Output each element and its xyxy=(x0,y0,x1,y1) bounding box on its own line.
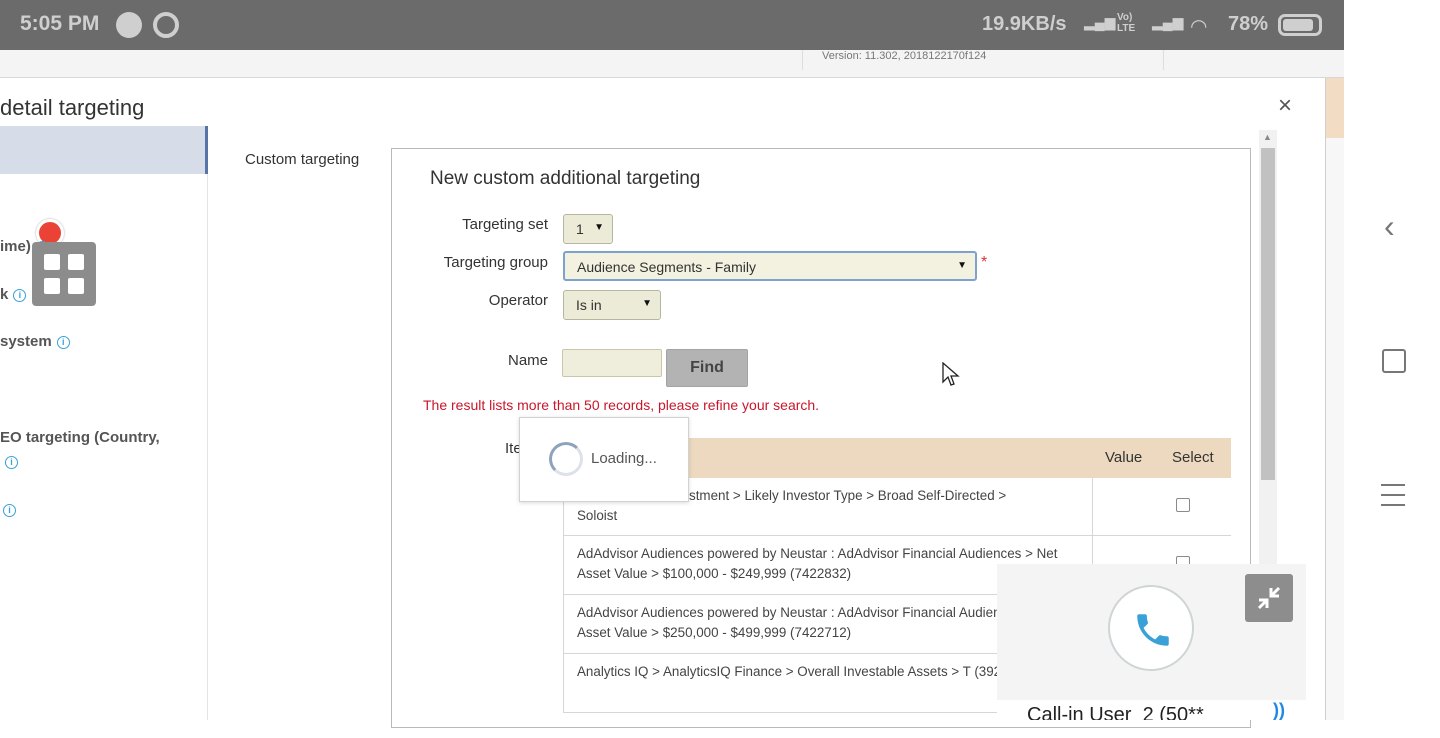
column-header-select: Select xyxy=(1172,449,1214,466)
sync-icon xyxy=(153,12,179,38)
targeting-group-value: Audience Segments - Family xyxy=(577,259,756,275)
scrollbar-thumb[interactable] xyxy=(1261,148,1275,480)
audio-wave-icon: )) xyxy=(1273,700,1285,720)
chevron-down-icon: ▼ xyxy=(594,222,604,233)
sidebar-item-network[interactable]: ki xyxy=(0,286,27,303)
sidebar-item-label: system xyxy=(0,333,52,350)
sidebar-item-label: EO targeting (Country, xyxy=(0,429,160,446)
info-icon[interactable]: i xyxy=(56,335,70,349)
wifi-icon: ◠ xyxy=(1190,16,1208,38)
recents-icon[interactable] xyxy=(1381,484,1405,514)
loading-popup: Loading... xyxy=(519,417,689,502)
form-heading: New custom additional targeting xyxy=(430,168,701,189)
background-page: Version: 11.302, 2018122170f124 xyxy=(0,50,1344,78)
chevron-down-icon: ▼ xyxy=(642,298,652,309)
targeting-set-label: Targeting set xyxy=(462,216,548,233)
targeting-set-value: 1 xyxy=(576,221,584,237)
notification-icon xyxy=(116,12,142,38)
call-overlay: Call-in User_2 (50** )) xyxy=(997,564,1306,720)
sidebar-item-extra[interactable]: i xyxy=(0,501,16,518)
info-icon[interactable]: i xyxy=(13,288,27,302)
sidebar-item-geo[interactable]: EO targeting (Country, xyxy=(0,429,160,446)
scroll-up-icon[interactable]: ▲ xyxy=(1263,132,1272,142)
info-icon[interactable]: i xyxy=(5,455,18,469)
targeting-group-select[interactable]: Audience Segments - Family ▼ xyxy=(563,251,977,281)
sidebar-item-geo-info[interactable]: i xyxy=(0,453,18,470)
error-message: The result lists more than 50 records, p… xyxy=(423,397,820,413)
signal-icon: ▂▄▆ xyxy=(1084,14,1116,30)
network-speed: 19.9KB/s xyxy=(982,13,1067,35)
sidebar-item-system[interactable]: system i xyxy=(0,333,70,350)
operator-value: Is in xyxy=(576,297,602,313)
sidebar-item-active[interactable] xyxy=(0,126,208,174)
battery-icon xyxy=(1278,14,1322,36)
column-header-value: Value xyxy=(1105,449,1143,466)
status-time: 5:05 PM xyxy=(20,12,100,35)
home-icon[interactable] xyxy=(1382,349,1406,373)
grid-app-icon[interactable] xyxy=(32,242,96,306)
info-icon[interactable]: i xyxy=(3,503,16,517)
android-nav-bar: ‹ xyxy=(1344,0,1440,720)
chevron-down-icon: ▼ xyxy=(957,260,967,271)
targeting-group-label: Targeting group xyxy=(443,254,548,271)
sidebar-item-label: k xyxy=(0,286,9,303)
sidebar-item-label: ime) xyxy=(0,238,31,255)
close-icon[interactable]: × xyxy=(1278,92,1292,120)
phone-icon[interactable] xyxy=(1108,585,1194,671)
divider xyxy=(1163,50,1164,70)
signal-icon: ▂▄▆ xyxy=(1152,14,1184,30)
volte-icon: Vo) LTE xyxy=(1117,12,1136,34)
find-button[interactable]: Find xyxy=(666,349,748,387)
background-page-edge xyxy=(1326,78,1344,720)
mouse-cursor-icon xyxy=(942,361,960,393)
targeting-set-select[interactable]: 1 ▼ xyxy=(563,214,613,244)
divider xyxy=(802,50,803,70)
caller-bar: Call-in User_2 (50** )) xyxy=(997,700,1306,720)
status-bar: 5:05 PM 19.9KB/s ▂▄▆ Vo) LTE ▂▄▆ ◠ 78% xyxy=(0,0,1344,50)
select-checkbox[interactable] xyxy=(1176,498,1190,512)
custom-targeting-label: Custom targeting xyxy=(245,151,360,168)
operator-select[interactable]: Is in ▼ xyxy=(563,290,661,320)
required-marker: * xyxy=(981,254,988,271)
spinner-icon xyxy=(549,442,583,476)
background-header-strip xyxy=(1326,78,1344,138)
caller-name: Call-in User_2 (50** xyxy=(1027,704,1204,720)
loading-text: Loading... xyxy=(591,450,657,467)
back-icon[interactable]: ‹ xyxy=(1384,208,1395,245)
minimize-icon[interactable] xyxy=(1245,574,1293,622)
battery-percent: 78% xyxy=(1228,13,1269,35)
name-label: Name xyxy=(507,352,548,369)
operator-label: Operator xyxy=(488,292,548,309)
name-input[interactable] xyxy=(562,349,662,377)
version-text: Version: 11.302, 2018122170f124 xyxy=(822,50,987,62)
targeting-sidebar: ime)i ki systemi EO targeting (Country, … xyxy=(0,126,208,720)
modal-title: detail targeting xyxy=(0,95,145,120)
